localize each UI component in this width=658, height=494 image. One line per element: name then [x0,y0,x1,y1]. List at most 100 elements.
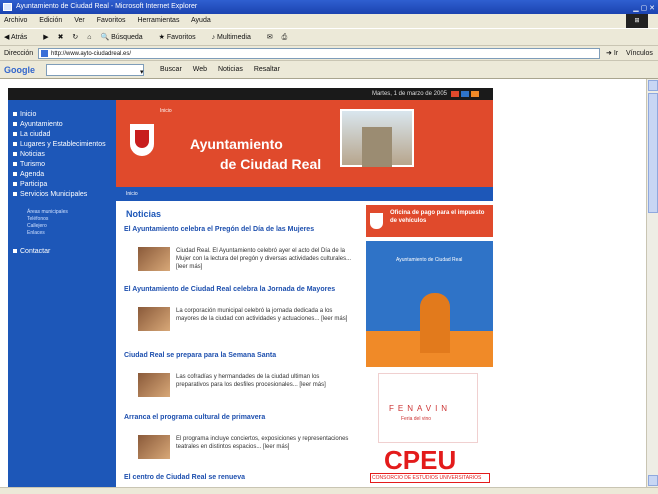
promo-tax-office[interactable]: Oficina de pago para el impuesto de vehí… [366,205,493,237]
news-title[interactable]: Arranca el programa cultural de primaver… [124,413,356,422]
vertical-scrollbar[interactable] [646,79,658,487]
menu-ayuda[interactable]: Ayuda [191,17,211,24]
google-web-button[interactable]: Web [193,66,207,73]
news-title[interactable]: El centro de Ciudad Real se renueva [124,473,356,482]
address-bar: Dirección http://www.ayto-ciudadreal.es/… [0,46,658,61]
promo-cpeu[interactable]: CPEU CONSORCIO DE ESTUDIOS UNIVERSITARIO… [366,445,493,487]
figure-illustration [420,293,450,353]
news-item: Ciudad Real se prepara para la Semana Sa… [124,351,356,397]
page-viewport: Martes, 1 de marzo de 2005 Inicio Ayunta… [0,79,646,487]
news-summary: La corporación municipal celebró la jorn… [176,308,348,322]
media-label: Multimedia [217,34,251,41]
nav-lugares[interactable]: Lugares y Establecimientos [13,140,111,149]
news-item: El centro de Ciudad Real se renueva [124,473,356,482]
header-title-line2: de Ciudad Real [220,156,322,172]
left-navigation: Inicio Ayuntamiento La ciudad Lugares y … [8,100,116,487]
site-header: Inicio Ayuntamiento de Ciudad Real [116,100,493,187]
promo-fenavin[interactable]: FENAVIN Feria del vino [378,373,478,443]
windows-logo-icon: ⊞ [626,14,648,28]
news-title[interactable]: El Ayuntamiento celebra el Pregón del Dí… [124,225,356,234]
nav-sub-telefonos[interactable]: Teléfonos [13,216,111,223]
nav-sub-areas[interactable]: Áreas municipales [13,209,111,216]
favorites-label: Favoritos [166,34,196,41]
coat-of-arms-icon [130,124,154,156]
refresh-icon[interactable]: ↻ [72,34,78,41]
breadcrumb[interactable]: Inicio [116,187,493,201]
window-title-bar: Ayuntamiento de Ciudad Real - Microsoft … [0,0,658,14]
window-title: Ayuntamiento de Ciudad Real - Microsoft … [16,3,198,10]
promo-banner-label: Ayuntamiento de Ciudad Real [396,257,463,263]
promo-tax-text: Oficina de pago para el impuesto de vehí… [390,210,485,224]
google-toolbar: Google ▾ Buscar Web Noticias Resaltar [0,61,658,79]
menu-favoritos[interactable]: Favoritos [97,17,126,24]
news-item: Arranca el programa cultural de primaver… [124,413,356,459]
date-text: Martes, 1 de marzo de 2005 [371,91,447,97]
news-item: El Ayuntamiento de Ciudad Real celebra l… [124,285,356,331]
go-button[interactable]: ➜ Ir [606,46,618,61]
scroll-up-icon[interactable] [648,80,658,91]
menu-edicion[interactable]: Edición [39,17,62,24]
city-gate-photo [340,109,414,167]
site-container: Martes, 1 de marzo de 2005 Inicio Ayunta… [8,88,493,487]
google-search-input[interactable] [46,64,144,76]
google-highlight-button[interactable]: Resaltar [254,66,280,73]
news-thumbnail[interactable] [138,373,170,397]
page-icon [41,50,48,57]
news-title[interactable]: Ciudad Real se prepara para la Semana Sa… [124,351,356,360]
nav-ayuntamiento[interactable]: Ayuntamiento [13,120,111,129]
cpeu-subtitle: CONSORCIO DE ESTUDIOS UNIVERSITARIOS [370,473,490,483]
mail-icon[interactable]: ✉ [267,34,273,41]
right-column: Oficina de pago para el impuesto de vehí… [366,201,493,487]
promo-fenavin-sub: Feria del vino [401,416,432,422]
nav-agenda[interactable]: Agenda [13,170,111,179]
address-url: http://www.ayto-ciudadreal.es/ [51,51,132,57]
toolbar: ◀ Atrás ▶ ✖ ↻ ⌂ 🔍 Búsqueda ★ Favoritos ♪… [0,28,658,46]
address-input[interactable]: http://www.ayto-ciudadreal.es/ [38,48,600,59]
status-bar [0,487,658,494]
menu-archivo[interactable]: Archivo [4,17,27,24]
back-button[interactable]: ◀ Atrás [4,34,34,41]
media-button[interactable]: ♪ Multimedia [212,34,258,41]
nav-noticias[interactable]: Noticias [13,150,111,159]
go-label: Ir [613,50,619,57]
back-label: Atrás [10,34,28,41]
forward-button[interactable]: ▶ [43,34,48,41]
menu-ver[interactable]: Ver [74,17,85,24]
menu-herramientas[interactable]: Herramientas [137,17,179,24]
color-square-icon [471,91,479,97]
nav-sub-callejero[interactable]: Callejero [13,223,111,230]
promo-fenavin-word: FENAVIN [389,404,452,413]
promo-banner[interactable]: Ayuntamiento de Ciudad Real [366,241,493,367]
print-icon[interactable]: ⎙ [282,34,288,41]
color-square-icon [461,91,469,97]
address-label: Dirección [4,50,34,57]
nav-participa[interactable]: Participa [13,180,111,189]
nav-turismo[interactable]: Turismo [13,160,111,169]
search-label: Búsqueda [111,34,143,41]
google-news-button[interactable]: Noticias [218,66,243,73]
google-search-button[interactable]: Buscar [160,66,182,73]
nav-la-ciudad[interactable]: La ciudad [13,130,111,139]
coat-of-arms-icon [370,213,383,229]
home-icon[interactable]: ⌂ [87,34,91,41]
nav-contactar[interactable]: Contactar [13,247,111,256]
search-button[interactable]: 🔍 Búsqueda [100,34,149,41]
nav-inicio[interactable]: Inicio [13,110,111,119]
stop-icon[interactable]: ✖ [58,34,64,41]
news-summary: Las cofradías y hermandades de la ciudad… [176,374,326,388]
scroll-down-icon[interactable] [648,475,658,486]
color-square-icon [451,91,459,97]
news-thumbnail[interactable] [138,247,170,271]
news-thumbnail[interactable] [138,435,170,459]
news-thumbnail[interactable] [138,307,170,331]
header-brand[interactable]: Inicio [160,108,172,114]
news-item: El Ayuntamiento celebra el Pregón del Dí… [124,225,356,271]
header-title-line1: Ayuntamiento [190,136,283,152]
news-title[interactable]: El Ayuntamiento de Ciudad Real celebra l… [124,285,356,294]
nav-servicios[interactable]: Servicios Municipales [13,190,111,199]
links-button[interactable]: Vínculos [626,46,653,61]
scroll-thumb[interactable] [648,93,658,213]
nav-sub-enlaces[interactable]: Enlaces [13,230,111,237]
cpeu-logo: CPEU [384,445,457,475]
favorites-button[interactable]: ★ Favoritos [159,34,203,41]
